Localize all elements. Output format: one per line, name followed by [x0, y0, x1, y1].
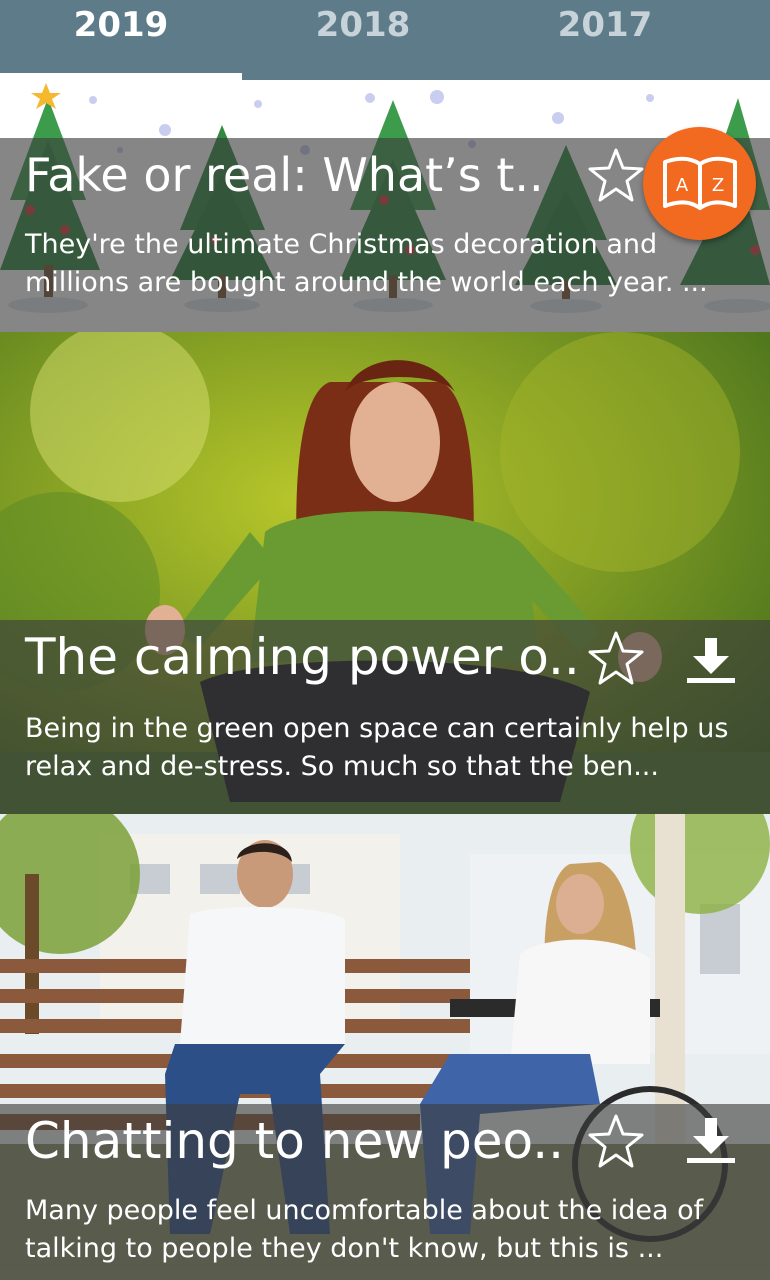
article-title[interactable]: Fake or real: What’s t.. — [25, 148, 544, 202]
tab-2017[interactable]: 2017 — [484, 0, 726, 80]
article-card-2[interactable]: The calming power o.. Being in the green… — [0, 332, 770, 814]
favorite-star-icon[interactable] — [586, 146, 646, 206]
tab-2019[interactable]: 2019 — [0, 0, 242, 80]
article-card-3[interactable]: Chatting to new peo.. Many people feel u… — [0, 814, 770, 1280]
tab-2018[interactable]: 2018 — [242, 0, 484, 80]
favorite-star-icon[interactable] — [586, 1112, 646, 1172]
article-title[interactable]: The calming power o.. — [25, 628, 580, 686]
download-icon[interactable] — [683, 1114, 739, 1170]
article-description: They're the ultimate Christmas decoratio… — [25, 229, 708, 298]
article-title[interactable]: Chatting to new peo.. — [25, 1112, 564, 1170]
download-icon[interactable] — [683, 634, 739, 690]
favorite-star-icon[interactable] — [586, 629, 646, 689]
article-description: Being in the green open space can certai… — [25, 713, 729, 782]
dictionary-fab-button[interactable]: A Z — [643, 127, 756, 240]
fab-letter-a: A — [675, 175, 688, 196]
fab-letter-z: Z — [711, 175, 723, 196]
article-description: Many people feel uncomfortable about the… — [25, 1195, 704, 1264]
year-tab-bar: 2019 2018 2017 — [0, 0, 770, 80]
active-tab-indicator — [0, 73, 242, 80]
dictionary-book-icon: A Z — [662, 156, 737, 210]
